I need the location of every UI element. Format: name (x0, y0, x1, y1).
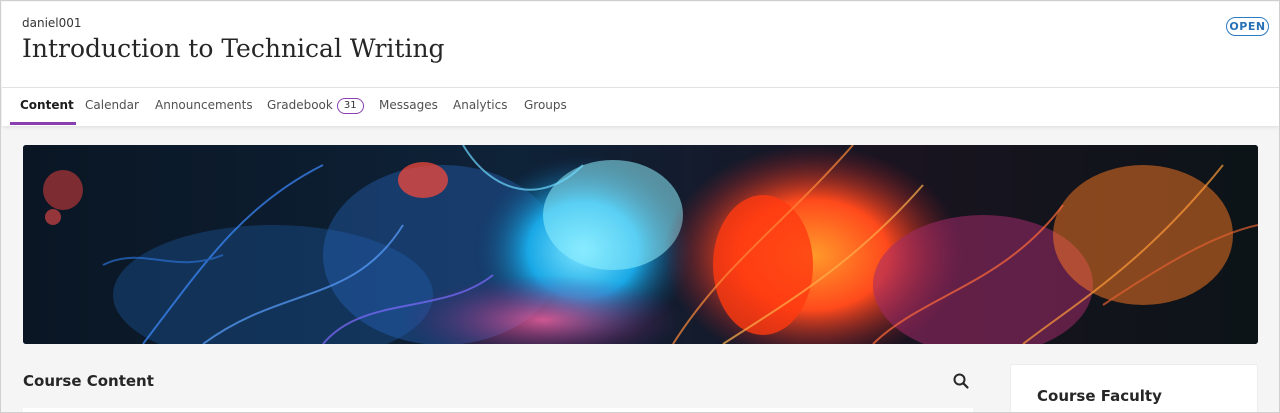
tab-gradebook[interactable]: Gradebook 31 (267, 88, 364, 126)
tab-gradebook-label: Gradebook (267, 98, 333, 112)
search-icon (953, 373, 969, 389)
course-id: daniel001 (22, 16, 82, 30)
page-title: Introduction to Technical Writing (22, 34, 445, 63)
course-content-heading: Course Content (23, 372, 154, 390)
tab-messages[interactable]: Messages (379, 88, 438, 126)
tab-content-label: Content (20, 98, 74, 112)
course-content-panel (23, 408, 973, 412)
course-page: daniel001 Introduction to Technical Writ… (0, 0, 1280, 413)
course-faculty-card: Course Faculty (1010, 364, 1258, 412)
tab-calendar[interactable]: Calendar (85, 88, 139, 126)
search-button[interactable] (949, 369, 973, 393)
tab-calendar-label: Calendar (85, 98, 139, 112)
status-badge[interactable]: OPEN (1226, 17, 1269, 36)
tab-messages-label: Messages (379, 98, 438, 112)
tab-announcements[interactable]: Announcements (155, 88, 253, 126)
gradebook-count-badge: 31 (336, 98, 364, 114)
tab-groups-label: Groups (524, 98, 567, 112)
tab-announcements-label: Announcements (155, 98, 253, 112)
active-tab-indicator (10, 122, 76, 125)
tab-analytics[interactable]: Analytics (453, 88, 508, 126)
course-faculty-heading: Course Faculty (1037, 387, 1162, 405)
course-nav: Content Calendar Announcements Gradebook… (2, 87, 1279, 126)
tab-groups[interactable]: Groups (524, 88, 567, 126)
tab-content[interactable]: Content (20, 88, 74, 126)
tab-analytics-label: Analytics (453, 98, 508, 112)
banner-artwork (23, 145, 1258, 344)
course-banner-image (23, 145, 1258, 344)
course-header: daniel001 Introduction to Technical Writ… (2, 2, 1279, 87)
